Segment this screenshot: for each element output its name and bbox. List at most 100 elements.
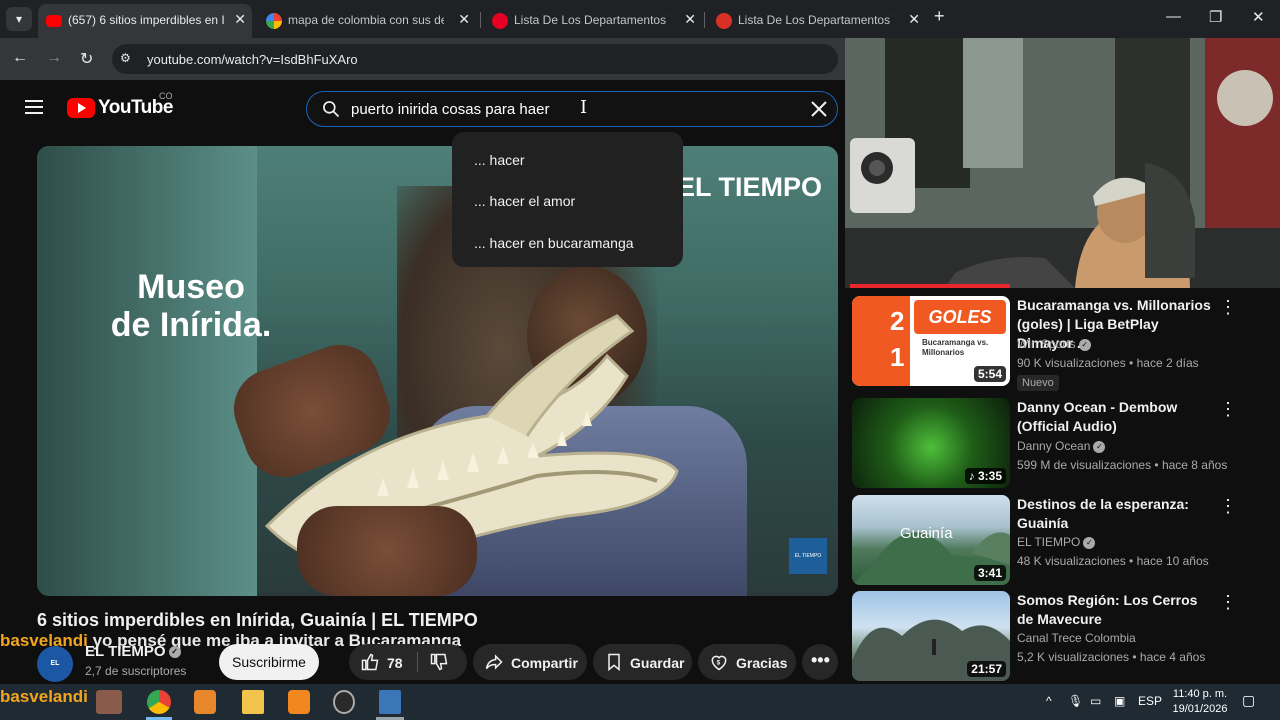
thumb-subtitle: Bucaramanga vs. Millonarios [922, 338, 989, 357]
thumbnail[interactable]: ♪ 3:35 [852, 398, 1010, 488]
new-badge: Nuevo [1017, 375, 1059, 391]
close-tab-icon[interactable]: ✕ [458, 11, 470, 28]
media-player-icon[interactable] [194, 690, 216, 714]
more-actions-button[interactable]: ••• [802, 644, 838, 680]
thanks-button[interactable]: $ Gracias [698, 644, 796, 680]
clear-search-icon[interactable] [807, 97, 831, 121]
microphone-icon[interactable]: 🎙 [1068, 694, 1083, 708]
suggestion-item[interactable]: ... hacer el amor [474, 193, 575, 209]
video-duration: ♪ 3:35 [964, 468, 1006, 484]
suggestion-item[interactable]: ... hacer en bucaramanga [474, 235, 634, 251]
thumb-goles-label: GOLES [914, 300, 1006, 334]
tab-separator [704, 12, 705, 28]
video-duration: 21:57 [967, 661, 1006, 677]
thanks-heart-icon: $ [711, 655, 727, 671]
tab-title: (657) 6 sitios imperdibles en Iní [68, 13, 224, 27]
menu-icon[interactable] [25, 100, 43, 114]
battery-icon[interactable]: ▭ [1090, 694, 1101, 708]
chat-username: basvelandi [0, 631, 88, 650]
more-vert-icon[interactable]: ⋮ [1219, 592, 1237, 613]
youtube-page: YouTube CO I ... hacer ... hacer el amor… [0, 80, 845, 684]
fl-studio-icon[interactable] [288, 690, 310, 714]
channel-avatar[interactable]: EL TIEMPO [37, 646, 73, 682]
reload-icon[interactable]: ↻ [80, 49, 93, 69]
subscriber-count: 2,7 de suscriptores [85, 664, 187, 678]
search-input[interactable] [351, 98, 791, 120]
thumb-caption: Guainía [900, 525, 953, 542]
google-icon [266, 13, 282, 29]
video-duration: 5:54 [973, 366, 1006, 382]
system-clock[interactable]: 11:40 p. m. 19/01/2026 [1168, 687, 1232, 717]
subscribe-button[interactable]: Suscribirme [219, 644, 319, 680]
tab-pinterest[interactable]: Lista De Los Departamentos Y C ✕ [484, 4, 702, 38]
site-info-icon[interactable]: ⚙ [120, 51, 131, 65]
more-icon: ••• [811, 650, 830, 670]
tab-google[interactable]: mapa de colombia con sus dep ✕ [258, 4, 476, 38]
thumbnail[interactable]: 2 1 GOLES Bucaramanga vs. Millonarios 5:… [852, 296, 1010, 386]
photos-icon[interactable] [379, 690, 401, 714]
thumbnail[interactable]: 21:57 [852, 591, 1010, 681]
rec-channel[interactable]: Danny Ocean ✓ [1017, 439, 1106, 453]
file-explorer-icon[interactable] [242, 690, 264, 714]
suggestion-item[interactable]: ... hacer [474, 152, 525, 168]
video-player[interactable]: Museo de Inírida. EL TIEMPO EL TIEMPO [37, 146, 838, 596]
show-hidden-icons[interactable]: ^ [1046, 694, 1052, 708]
thanks-label: Gracias [736, 655, 788, 671]
video-overlay-line: de Inírida. [110, 306, 272, 344]
text-cursor-icon: I [580, 97, 588, 118]
rec-title[interactable]: Somos Región: Los Cerros de Mavecure [1017, 591, 1217, 629]
verified-icon: ✓ [1083, 536, 1096, 549]
rec-title[interactable]: Destinos de la esperanza: Guainía [1017, 495, 1217, 533]
webcam-scene-image [845, 38, 1280, 288]
address-bar: ← → ↻ ⚙ youtube.com/watch?v=IsdBhFuXAro [0, 38, 845, 80]
language-indicator[interactable]: ESP [1138, 694, 1162, 708]
forward-icon[interactable]: → [46, 49, 62, 67]
new-tab-icon[interactable]: + [934, 6, 945, 27]
share-button[interactable]: Compartir [473, 644, 587, 680]
app-thumbnail-icon[interactable] [96, 690, 122, 714]
country-code: CO [159, 91, 173, 101]
save-button[interactable]: Guardar [593, 644, 692, 680]
more-vert-icon[interactable]: ⋮ [1219, 297, 1237, 318]
rec-meta: 48 K visualizaciones • hace 10 años [1017, 554, 1209, 568]
back-icon[interactable]: ← [12, 49, 28, 67]
more-vert-icon[interactable]: ⋮ [1219, 399, 1237, 420]
clock-time: 11:40 p. m. [1172, 688, 1228, 700]
tab-search-button[interactable]: ▾ [6, 7, 32, 31]
rec-title[interactable]: Danny Ocean - Dembow (Official Audio) [1017, 398, 1217, 436]
close-tab-icon[interactable]: ✕ [234, 11, 246, 28]
notifications-icon[interactable]: ▢ [1242, 692, 1255, 709]
tab-title: mapa de colombia con sus dep [288, 13, 444, 27]
like-icon[interactable] [360, 652, 380, 672]
thumbnail[interactable]: Guainía 3:41 [852, 495, 1010, 585]
obs-icon[interactable] [333, 690, 355, 714]
progress-bar [850, 284, 1010, 288]
tab-youtube[interactable]: (657) 6 sitios imperdibles en Iní ✕ [38, 4, 252, 38]
like-count[interactable]: 78 [387, 655, 403, 671]
share-label: Compartir [511, 655, 578, 671]
pinterest-icon [492, 13, 508, 29]
minimize-icon[interactable]: — [1166, 8, 1181, 25]
close-tab-icon[interactable]: ✕ [684, 11, 696, 28]
search-box[interactable] [306, 91, 838, 127]
video-title: 6 sitios imperdibles en Inírida, Guainía… [37, 610, 478, 630]
svg-text:$: $ [717, 660, 721, 667]
tab-departamentos[interactable]: Lista De Los Departamentos Y C ✕ [708, 4, 926, 38]
close-tab-icon[interactable]: ✕ [908, 11, 920, 28]
rec-channel-text: Danny Ocean [1017, 439, 1091, 453]
network-icon[interactable]: ▣ [1114, 694, 1125, 708]
close-window-icon[interactable]: ✕ [1252, 8, 1265, 26]
more-vert-icon[interactable]: ⋮ [1219, 496, 1237, 517]
verified-icon: ✓ [168, 646, 181, 659]
chrome-icon[interactable] [147, 690, 171, 714]
url-field[interactable]: ⚙ youtube.com/watch?v=IsdBhFuXAro [112, 44, 838, 74]
maximize-icon[interactable]: ❐ [1209, 8, 1222, 26]
rec-channel[interactable]: EL TIEMPO ✓ [1017, 535, 1096, 549]
rec-channel[interactable]: Canal Trece Colombia [1017, 631, 1136, 645]
video-background [37, 146, 257, 596]
channel-name[interactable]: EL TIEMPO ✓ [85, 643, 181, 660]
right-column: 2 1 GOLES Bucaramanga vs. Millonarios 5:… [845, 38, 1280, 684]
rec-channel[interactable]: Win Sports ✓ [1017, 337, 1091, 351]
youtube-play-icon [67, 98, 95, 118]
dislike-icon[interactable] [429, 652, 449, 672]
